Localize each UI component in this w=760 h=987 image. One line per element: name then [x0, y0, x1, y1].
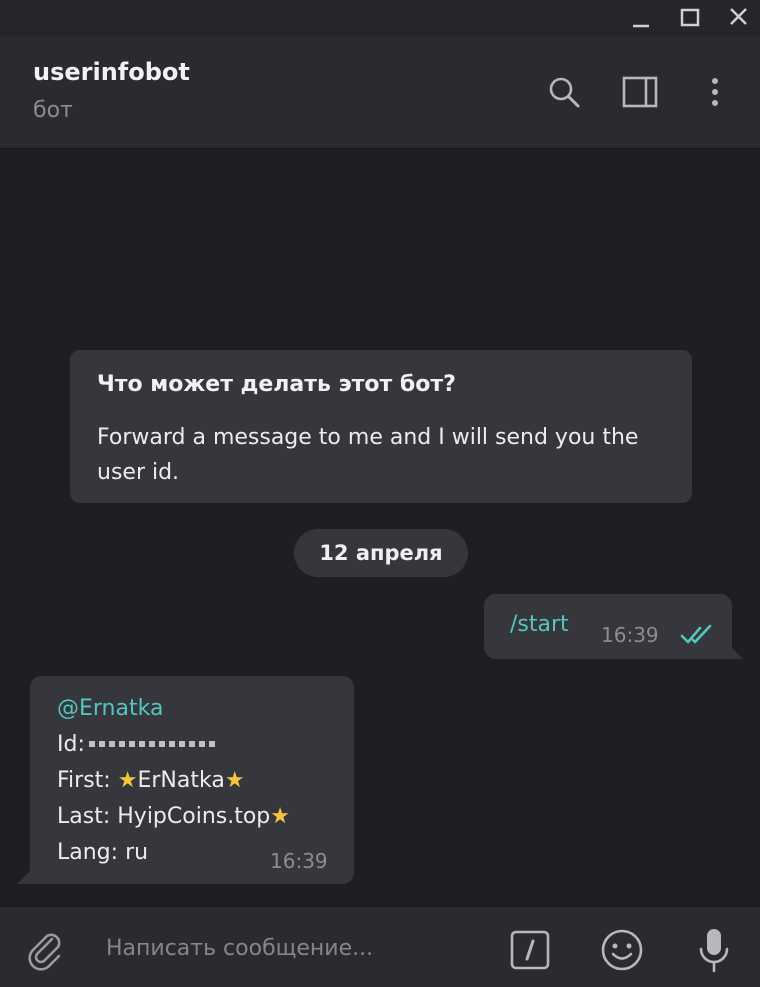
star-emoji-icon: ★ [270, 804, 291, 829]
microphone-icon [699, 929, 729, 973]
chat-header: userinfobot бот [0, 36, 760, 149]
maximize-icon [680, 8, 700, 27]
lang-value: ru [125, 840, 149, 865]
message-composer [0, 906, 760, 987]
close-button[interactable] [724, 4, 754, 32]
maximize-button[interactable] [675, 4, 705, 32]
chat-title[interactable]: userinfobot [33, 58, 190, 86]
bot-info-card: Что может делать этот бот? Forward a mes… [70, 350, 692, 503]
first-name-label: First: [57, 768, 111, 793]
attach-button[interactable] [22, 925, 68, 971]
emoji-button[interactable] [599, 927, 645, 973]
outgoing-bubble-tail [729, 645, 743, 659]
close-icon [730, 8, 747, 25]
last-name-line: Last: HyipCoins.top★ [57, 804, 290, 829]
user-id-line: Id: [57, 732, 217, 757]
incoming-message[interactable]: @Ernatka Id: First: ★ErNatka★ Last: Hyip… [30, 676, 354, 884]
first-name-line: First: ★ErNatka★ [57, 768, 245, 793]
first-name-value: ErNatka [137, 768, 225, 793]
lang-label: Lang: [57, 840, 119, 865]
bot-command-icon [510, 930, 550, 970]
star-emoji-icon: ★ [224, 768, 245, 793]
bot-info-description: Forward a message to me and I will send … [97, 425, 639, 485]
outgoing-message-time: 16:39 [601, 623, 659, 647]
microphone-button[interactable] [692, 925, 736, 975]
chat-subtitle: бот [33, 98, 73, 123]
window-titlebar [0, 0, 760, 36]
last-name-value: HyipCoins.top [117, 804, 271, 829]
more-button[interactable] [693, 70, 737, 114]
sidebar-toggle-button[interactable] [618, 70, 662, 114]
minimize-button[interactable] [625, 4, 655, 32]
incoming-bubble-tail [17, 870, 31, 884]
date-separator: 12 апреля [294, 529, 468, 577]
minimize-icon [633, 24, 649, 28]
user-mention-link[interactable]: @Ernatka [57, 696, 163, 721]
outgoing-message-text[interactable]: /start [510, 612, 569, 637]
last-name-label: Last: [57, 804, 111, 829]
attach-icon [28, 933, 61, 971]
more-vertical-icon [712, 78, 718, 106]
bot-command-button[interactable] [509, 929, 551, 971]
lang-line: Lang: ru [57, 840, 148, 865]
double-check-icon [680, 624, 712, 644]
user-id-redacted [88, 741, 217, 747]
incoming-message-time: 16:39 [270, 849, 328, 873]
outgoing-message[interactable]: /start 16:39 [484, 594, 732, 659]
sidebar-toggle-icon [622, 76, 658, 108]
bot-info-title: Что может делать этот бот? [97, 372, 456, 397]
message-area[interactable]: Что может делать этот бот? Forward a mes… [0, 149, 760, 906]
emoji-icon [601, 929, 643, 971]
user-id-label: Id: [57, 732, 85, 757]
star-emoji-icon: ★ [117, 768, 138, 793]
search-icon [549, 77, 580, 108]
message-input[interactable] [104, 929, 488, 967]
search-button[interactable] [543, 70, 587, 114]
